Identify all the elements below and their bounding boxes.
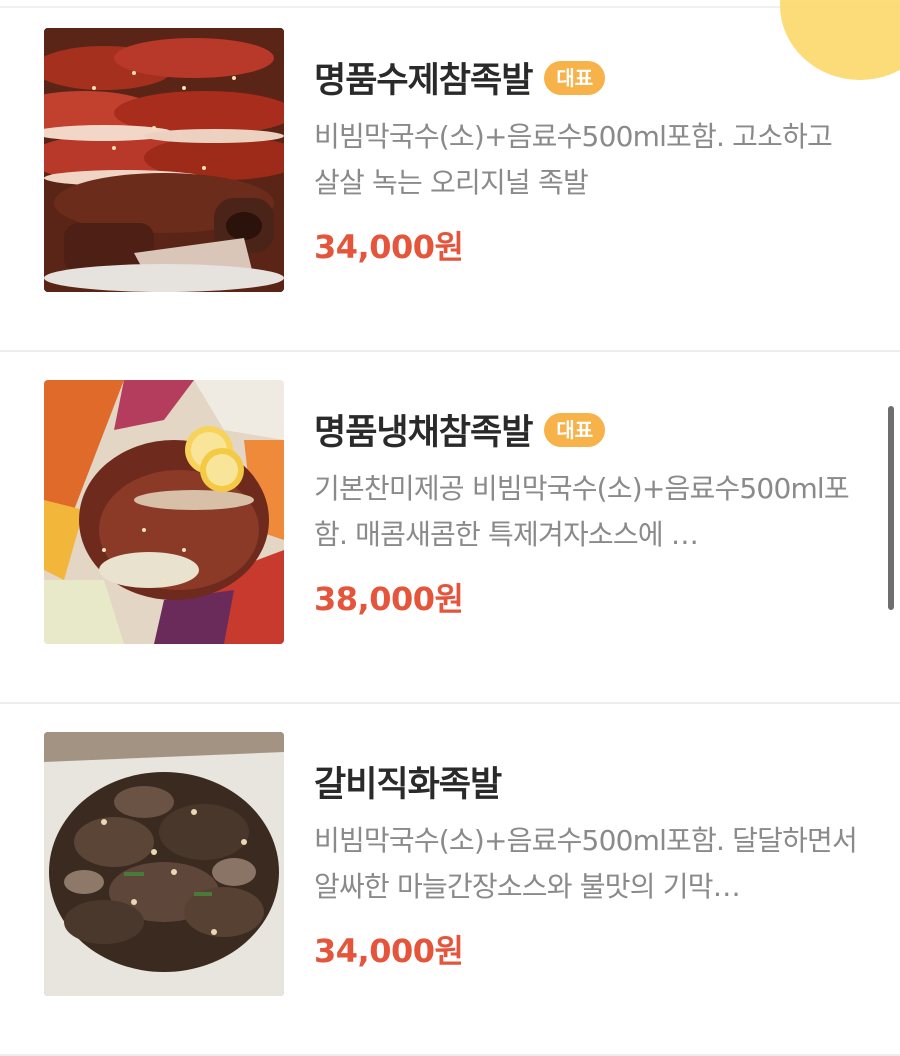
grilled-pork-hock-photo-icon [44,732,284,996]
menu-item-image [44,732,284,996]
menu-item-price: 34,000원 [314,228,464,266]
menu-item-title-row: 명품수제참족발 대표 [314,52,606,103]
menu-item-price: 34,000원 [314,932,464,970]
menu-item-description: 비빔막국수(소)+음료수500ml포함. 달달하면서 알싸한 마늘간장소스와 불… [314,824,858,903]
menu-item-title-row: 명품냉채참족발 대표 [314,404,606,455]
menu-item[interactable]: 명품냉채참족발 대표 기본찬미제공 비빔막국수(소)+음료수500ml포함. 매… [0,352,900,704]
menu-item-title: 명품수제참족발 [314,61,533,101]
scrollbar-thumb[interactable] [888,406,894,610]
signature-badge: 대표 [544,60,606,95]
menu-item[interactable]: 갈비직화족발 비빔막국수(소)+음료수500ml포함. 달달하면서 알싸한 마늘… [0,704,900,1056]
menu-item-title: 명품냉채참족발 [314,413,533,453]
menu-item-image [44,28,284,292]
signature-badge: 대표 [544,412,606,447]
menu-item-image [44,380,284,644]
menu-item-description: 비빔막국수(소)+음료수500ml포함. 고소하고 살살 녹는 오리지널 족발 [314,120,833,199]
menu-item-title: 갈비직화족발 [314,765,502,805]
cold-pork-hock-salad-photo-icon [44,380,284,644]
menu-item[interactable]: 명품수제참족발 대표 비빔막국수(소)+음료수500ml포함. 고소하고 살살 … [0,0,900,352]
menu-item-description: 기본찬미제공 비빔막국수(소)+음료수500ml포함. 매콤새콤한 특제겨자소스… [314,472,850,551]
menu-item-title-row: 갈비직화족발 [314,756,502,807]
menu-item-price: 38,000원 [314,580,464,618]
pork-hock-sliced-photo-icon [44,28,284,292]
